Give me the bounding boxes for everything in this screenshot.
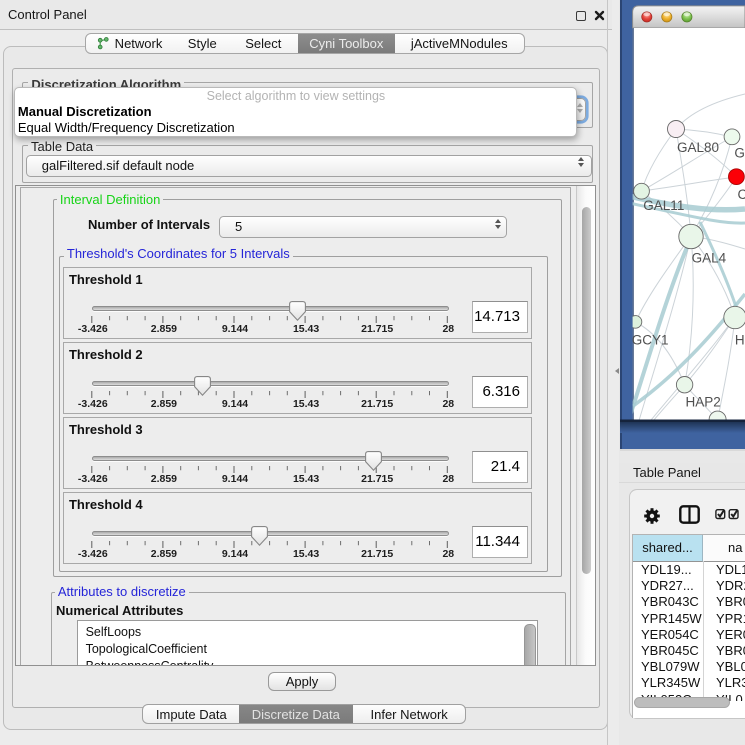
svg-text:GAL11: GAL11 xyxy=(643,198,684,213)
svg-text:GAL80: GAL80 xyxy=(677,140,719,155)
svg-text:H: H xyxy=(735,332,745,347)
svg-text:HAP2: HAP2 xyxy=(686,395,721,410)
svg-text:GA: GA xyxy=(734,146,745,161)
svg-text:GCY1: GCY1 xyxy=(632,332,669,347)
svg-text:GAL4: GAL4 xyxy=(692,250,727,265)
svg-text:C: C xyxy=(738,187,745,202)
